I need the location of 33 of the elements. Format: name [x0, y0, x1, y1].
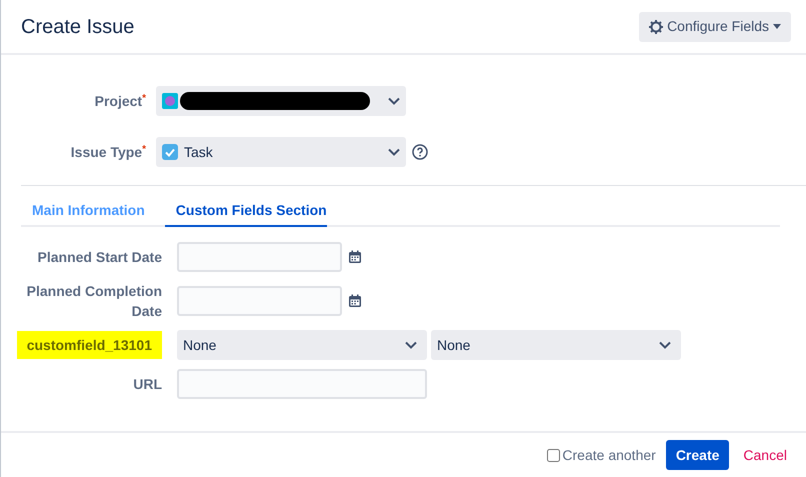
required-mark: *	[142, 92, 146, 104]
task-checkbox-icon	[162, 144, 178, 160]
gear-icon	[649, 20, 664, 34]
select-field[interactable]: None	[177, 330, 427, 360]
project-select[interactable]	[156, 86, 406, 116]
date-field[interactable]	[177, 242, 342, 272]
url-field[interactable]	[177, 369, 427, 399]
field-label: URL	[133, 375, 162, 394]
field-label: Planned Completion Date	[26, 282, 162, 321]
chevron-down-icon	[659, 341, 671, 349]
caret-icon	[773, 24, 781, 29]
chevron-down-icon	[405, 341, 417, 349]
dialog-title: Create Issue	[21, 14, 134, 40]
checkbox-label: Create another	[562, 446, 656, 464]
chevron-down-icon	[388, 148, 400, 156]
select-field[interactable]: None	[431, 330, 681, 360]
create-button[interactable]: Create	[666, 440, 730, 470]
calendar-icon[interactable]	[348, 250, 362, 264]
project-avatar-icon	[162, 93, 178, 109]
tab[interactable]: Custom Fields Section	[164, 200, 327, 227]
date-field[interactable]	[177, 286, 342, 316]
create-another-checkbox[interactable]	[547, 448, 560, 462]
field-label: Project	[94, 92, 142, 108]
chevron-down-icon	[388, 97, 400, 105]
cancel-link[interactable]: Cancel	[739, 444, 791, 466]
calendar-icon[interactable]	[348, 294, 362, 308]
issue-type-select[interactable]: Task	[156, 137, 406, 167]
field-label: customfield_13101	[16, 331, 162, 359]
field-label: Planned Start Date	[38, 248, 162, 267]
required-mark: *	[142, 144, 146, 154]
help-icon[interactable]	[412, 144, 428, 160]
configure-fields-button[interactable]: Configure Fields	[639, 12, 791, 42]
field-label: Issue Type	[70, 144, 142, 160]
